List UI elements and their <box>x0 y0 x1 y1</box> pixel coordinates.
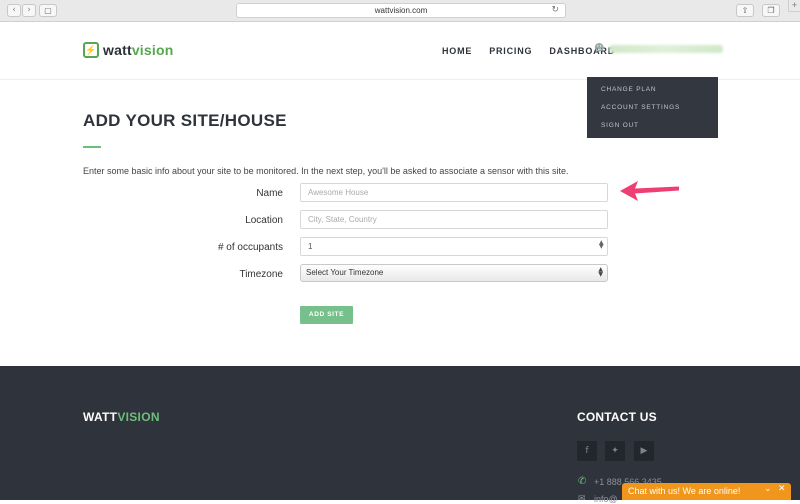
close-icon[interactable]: ✕ <box>778 484 786 494</box>
share-icon[interactable]: ⇧ <box>736 4 754 17</box>
occupants-input[interactable] <box>300 237 608 256</box>
mail-icon: ✉ <box>578 494 586 504</box>
reload-icon[interactable]: ↻ <box>551 4 559 17</box>
phone-icon: ✆ <box>578 476 587 487</box>
name-label: Name <box>256 188 283 199</box>
page-title: ADD YOUR SITE/HOUSE <box>83 111 287 130</box>
account-settings-link[interactable]: ACCOUNT SETTINGS <box>601 104 680 111</box>
minimize-icon[interactable]: ⌄ <box>764 484 772 494</box>
user-email-redacted <box>609 44 724 53</box>
logo-text: wattvision <box>103 42 173 58</box>
power-bolt-icon: ⚡ <box>83 42 99 58</box>
plus-icon[interactable]: + <box>788 0 800 12</box>
footer-logo[interactable]: WATTVISION <box>83 410 160 424</box>
back-icon[interactable]: ‹ <box>7 4 21 17</box>
stepper-down-icon[interactable]: ▼ <box>599 244 604 250</box>
occupants-stepper[interactable]: ▲ ▼ <box>599 240 604 250</box>
location-label: Location <box>245 215 283 226</box>
change-plan-link[interactable]: CHANGE PLAN <box>601 86 656 93</box>
name-input[interactable] <box>300 183 608 202</box>
chat-text: Chat with us! We are online! <box>628 486 741 496</box>
location-input[interactable] <box>300 210 608 229</box>
sidebar-icon[interactable]: ▢ <box>39 4 57 17</box>
contact-heading: CONTACT US <box>577 410 657 424</box>
facebook-icon[interactable]: f <box>577 441 597 461</box>
browser-toolbar: ‹ › ▢ wattvision.com ↻ ⇧ ❐ + <box>0 0 800 22</box>
url-bar[interactable]: wattvision.com ↻ <box>236 3 566 18</box>
logo-text-accent: vision <box>131 42 174 58</box>
title-divider <box>83 146 101 148</box>
url-text: wattvision.com <box>374 6 428 15</box>
timezone-label: Timezone <box>239 269 283 280</box>
footer-logo-accent: VISION <box>117 410 160 424</box>
youtube-icon[interactable]: ▶ <box>634 441 654 461</box>
account-dropdown: CHANGE PLAN ACCOUNT SETTINGS SIGN OUT <box>587 77 718 138</box>
tabs-icon[interactable]: ❐ <box>762 4 780 17</box>
nav-pricing[interactable]: PRICING <box>489 46 532 56</box>
intro-text: Enter some basic info about your site to… <box>83 166 569 176</box>
site-header: ⚡ wattvision HOME PRICING DASHBOARD ☻ <box>0 22 800 80</box>
user-icon: ☻ <box>594 43 605 54</box>
chevron-updown-icon: ▲ ▼ <box>598 266 603 278</box>
sign-out-link[interactable]: SIGN OUT <box>601 122 639 129</box>
site-logo[interactable]: ⚡ wattvision <box>83 42 173 58</box>
user-menu[interactable]: ☻ <box>594 43 724 54</box>
add-site-button[interactable]: ADD SITE <box>300 306 353 324</box>
chat-widget[interactable]: Chat with us! We are online! ⌄ ✕ <box>622 483 791 500</box>
site-footer: WATTVISION CONTACT US f ✦ ▶ ✆ +1 888 566… <box>0 366 800 504</box>
twitter-icon[interactable]: ✦ <box>605 441 625 461</box>
occupants-label: # of occupants <box>217 242 283 253</box>
footer-logo-main: WATT <box>83 410 118 424</box>
nav-home[interactable]: HOME <box>442 46 472 56</box>
timezone-select[interactable]: Select Your Timezone ▲ ▼ <box>300 264 608 282</box>
timezone-selected-value: Select Your Timezone <box>306 268 384 277</box>
forward-icon[interactable]: › <box>22 4 36 17</box>
annotation-arrow-icon <box>620 181 679 201</box>
contact-email[interactable]: info@ <box>594 494 618 504</box>
logo-text-main: watt <box>103 42 132 58</box>
